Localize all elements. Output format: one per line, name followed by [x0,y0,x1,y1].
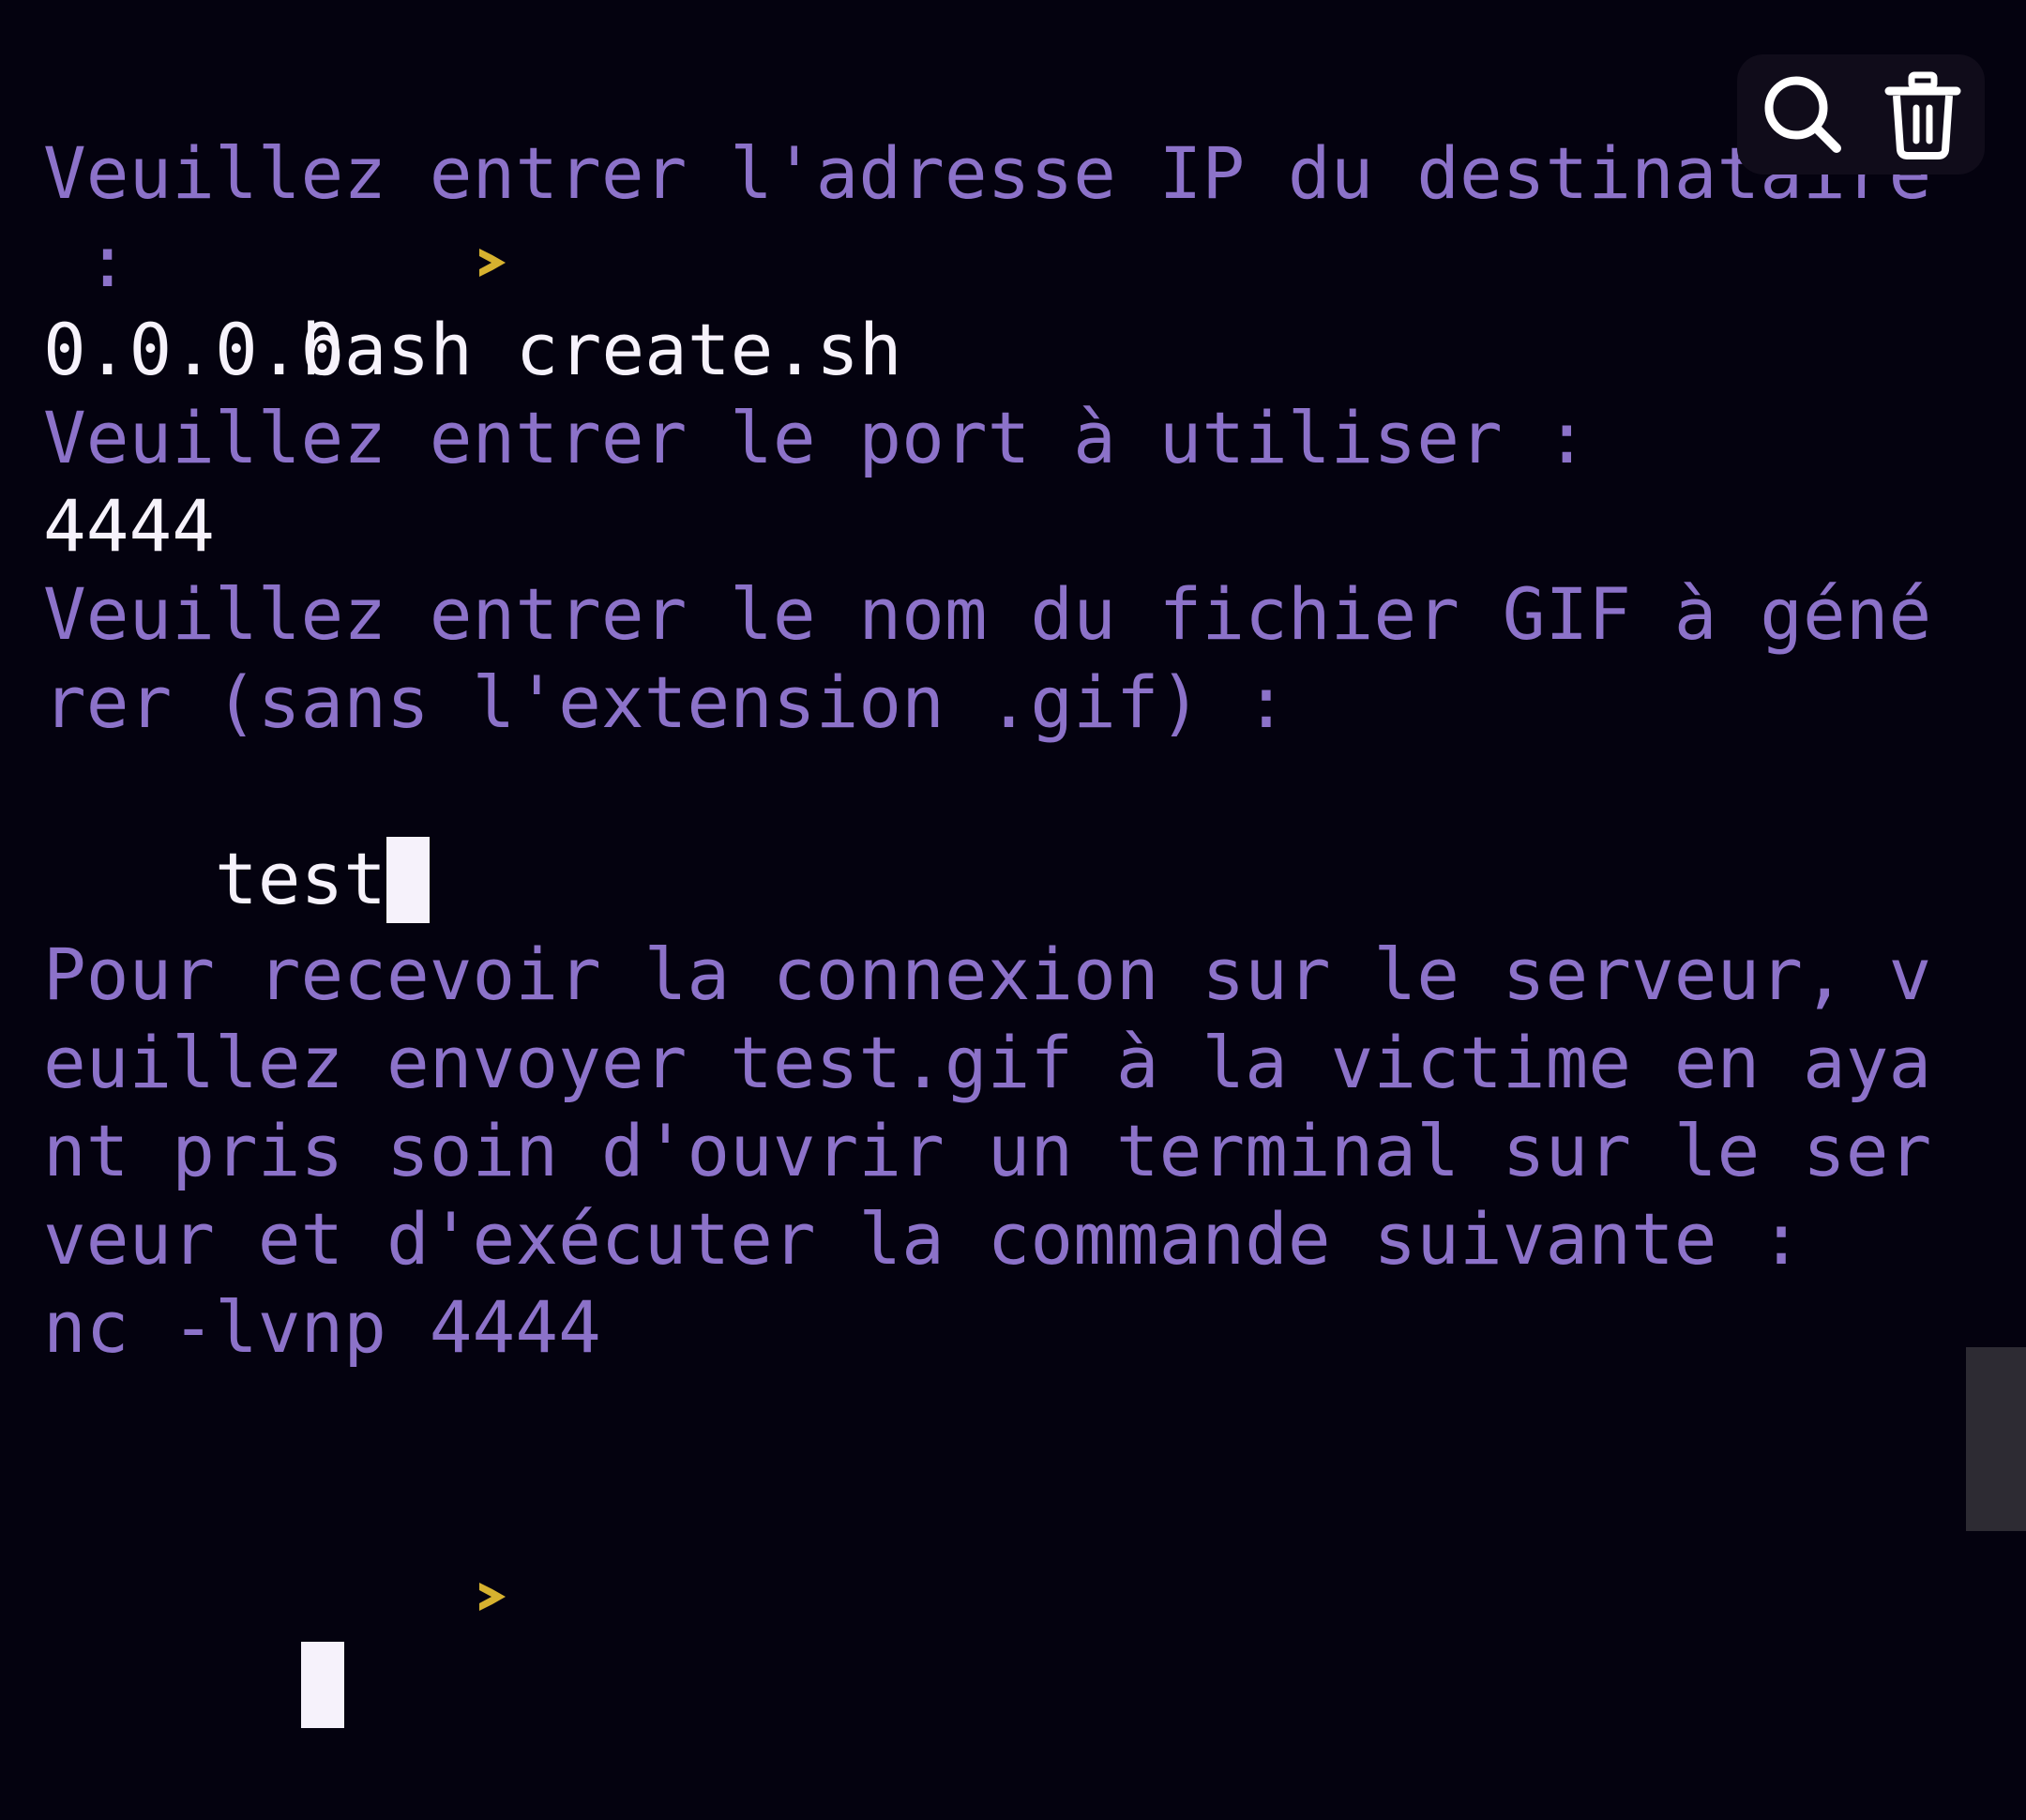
message-line-4: veur et d'exécuter la commande suivante … [43,1197,1803,1281]
input-cursor [386,837,431,923]
message-line-3: nt pris soin d'ouvrir un terminal sur le… [43,1109,1932,1192]
terminal-window[interactable]: bash create.sh Veuillez entrer l'adresse… [0,0,2026,1728]
terminal-toolbar [1737,54,1985,174]
message-line-1: Pour recevoir la connexion sur le serveu… [43,933,1932,1016]
ip-prompt-line-1: Veuillez entrer l'adresse IP du destinat… [43,131,1932,215]
message-line-2: euillez envoyer test.gif à la victime en… [43,1021,1932,1104]
clear-button[interactable] [1876,68,1970,161]
prompt-cursor [301,1642,345,1728]
gif-prompt-line-2: rer (sans l'extension .gif) : [43,660,1288,744]
prompt-line[interactable] [43,1375,506,1728]
gif-value: test [215,837,387,920]
search-icon [1764,76,1841,153]
ip-value: 0.0.0.0 [43,308,344,391]
trash-icon [1884,71,1961,159]
gif-prompt-line-1: Veuillez entrer le nom du fichier GIF à … [43,572,1932,656]
ip-prompt-line-2: : [43,220,129,303]
command-line: bash create.sh [43,41,902,391]
gif-input-line: test [43,747,431,923]
scrollbar-thumb[interactable] [1966,1347,2026,1531]
command-text: bash create.sh [301,308,902,391]
command-hint: nc -lvnp 4444 [43,1285,601,1369]
prompt-icon [215,1467,506,1611]
search-button[interactable] [1756,68,1850,161]
port-prompt: Veuillez entrer le port à utiliser : [43,396,1589,479]
port-value: 4444 [43,484,216,568]
